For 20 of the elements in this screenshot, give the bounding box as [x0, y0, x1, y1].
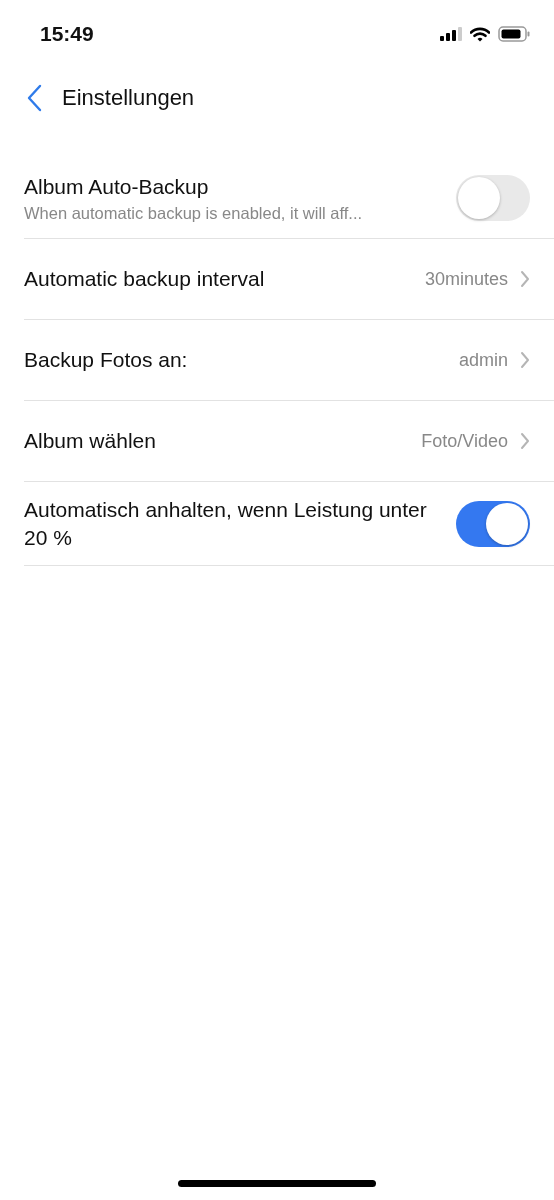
setting-value: admin	[458, 349, 508, 371]
setting-label[interactable]: Automatic backup interval	[24, 265, 425, 293]
status-time: 15:49	[40, 22, 94, 46]
setting-value: Foto/Video	[421, 430, 508, 452]
toggle-switch[interactable]	[456, 175, 530, 221]
signal-icon	[440, 27, 462, 41]
setting-label: Album Auto-Backup	[24, 173, 210, 200]
chevron-icon	[520, 270, 530, 288]
chevron-icon	[520, 432, 530, 450]
chevron-icon	[520, 351, 530, 369]
setting-value: 30minutes	[424, 268, 508, 290]
wifi-icon	[470, 26, 490, 42]
back-button[interactable]	[26, 84, 42, 112]
setting-description: When automatic backup is enabled, it will aff...	[24, 204, 364, 224]
setting-label[interactable]: Album wählen	[24, 427, 422, 455]
toggle-switch[interactable]	[456, 500, 530, 547]
battery-icon	[498, 26, 530, 42]
setting-label: Automatisch anhalten, wenn Leistung unter 20 %	[24, 497, 428, 551]
page-title: Einstellungen	[62, 85, 195, 111]
setting-label[interactable]: Backup Fotos an:	[24, 346, 459, 374]
